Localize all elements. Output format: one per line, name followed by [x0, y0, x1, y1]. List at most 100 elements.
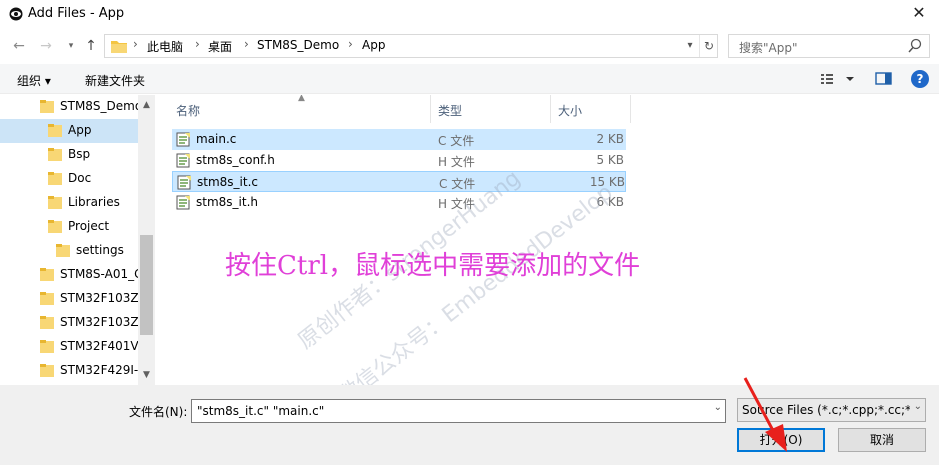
cancel-button[interactable]: 取消 [838, 428, 926, 452]
file-row-stm8s-conf-h[interactable]: stm8s_conf.h H 文件 5 KB [172, 150, 626, 171]
file-size: 2 KB [596, 132, 624, 146]
breadcrumb-separator: › [133, 37, 138, 51]
c-source-file-icon [177, 175, 191, 190]
sidebar-item-stm32f401vc[interactable]: STM32F401VC [0, 335, 147, 359]
sidebar-item-label: STM32F103ZE [60, 315, 147, 329]
file-name: stm8s_conf.h [196, 153, 275, 167]
folder-icon [48, 172, 62, 185]
command-bar: 组织 ▾ 新建文件夹 [0, 64, 939, 94]
folder-icon [56, 244, 70, 257]
sidebar-item-label: STM8S-A01_G [60, 267, 144, 281]
close-button[interactable]: ✕ [907, 2, 931, 26]
sidebar-item-label: Project [68, 219, 110, 233]
window-title: Add Files - App [28, 6, 125, 21]
folder-icon [48, 124, 62, 137]
search-placeholder: 搜索"App" [739, 41, 798, 55]
instruction-annotation: 按住Ctrl，鼠标选中需要添加的文件 [225, 251, 641, 281]
column-header-label: 名称 [176, 104, 201, 118]
column-divider[interactable] [630, 95, 631, 123]
app-icon [9, 7, 23, 21]
sidebar-item-label: Libraries [68, 195, 120, 209]
title-bar: Add Files - App ✕ [0, 0, 939, 28]
dialog-footer [0, 385, 939, 465]
sidebar-item-stm32f103ze-1[interactable]: STM32F103ZE [0, 287, 146, 311]
file-name: stm8s_it.c [197, 175, 258, 189]
file-row-main-c[interactable]: main.c C 文件 2 KB [172, 129, 626, 150]
sidebar-item-label: settings [76, 243, 124, 257]
refresh-icon[interactable]: ↻ [699, 35, 718, 57]
header-file-icon [176, 153, 190, 168]
file-type: C 文件 [438, 134, 475, 148]
file-type: H 文件 [438, 155, 475, 169]
up-arrow-icon[interactable]: ↑ [82, 37, 100, 55]
folder-icon [40, 292, 54, 305]
new-folder-button[interactable]: 新建文件夹 [85, 72, 145, 89]
folder-icon [48, 148, 62, 161]
back-arrow-icon[interactable]: ← [10, 37, 28, 55]
sidebar-item-libraries[interactable]: Libraries [0, 191, 138, 215]
view-options-icon[interactable] [820, 70, 860, 88]
breadcrumb-desktop[interactable]: 桌面 [208, 38, 232, 55]
sidebar-item-stm8s-demo[interactable]: STM8S_Demo [0, 95, 142, 119]
folder-icon [40, 268, 54, 281]
chevron-down-icon[interactable]: ⌄ [914, 401, 922, 412]
navigation-pane: STM8S_Demo App Bsp Doc Libraries Project… [0, 95, 155, 385]
column-header-name[interactable]: 名称 [168, 95, 430, 123]
organize-menu[interactable]: 组织 ▾ [17, 72, 51, 89]
address-dropdown-chevron-icon[interactable]: ▾ [681, 36, 699, 56]
scrollbar-thumb[interactable] [140, 235, 153, 335]
forward-arrow-icon[interactable]: → [37, 37, 55, 55]
filename-input[interactable]: "stm8s_it.c" "main.c" ⌄ [191, 399, 726, 423]
recent-locations-chevron-icon[interactable]: ▾ [62, 37, 80, 55]
folder-icon [111, 41, 127, 53]
c-source-file-icon [176, 132, 190, 147]
column-header-label: 大小 [558, 104, 583, 118]
sidebar-item-settings[interactable]: settings [0, 239, 138, 263]
sidebar-item-label: STM8S_Demo [60, 99, 143, 113]
pointer-arrow-icon [743, 377, 787, 452]
header-file-icon [176, 195, 190, 210]
sidebar-item-label: STM32F103ZE [60, 291, 147, 305]
sidebar-item-doc[interactable]: Doc [0, 167, 138, 191]
filename-label: 文件名(N): [129, 405, 188, 419]
sidebar-item-bsp[interactable]: Bsp [0, 143, 138, 167]
search-icon [908, 38, 922, 53]
file-name: stm8s_it.h [196, 195, 258, 209]
folder-icon [48, 220, 62, 233]
file-size: 5 KB [596, 153, 624, 167]
file-row-stm8s-it-c[interactable]: stm8s_it.c C 文件 15 KB [172, 171, 626, 192]
sidebar-item-label: Bsp [68, 147, 91, 161]
sidebar-item-project[interactable]: Project [0, 215, 138, 239]
help-icon[interactable]: ? [911, 70, 929, 88]
chevron-down-icon[interactable]: ⌄ [714, 402, 722, 413]
breadcrumb-separator: › [195, 37, 200, 51]
column-header-type[interactable]: 类型 [430, 95, 550, 123]
scroll-up-icon[interactable]: ▲ [138, 97, 155, 114]
address-bar[interactable]: › 此电脑 › 桌面 › STM8S_Demo › App ▾ ↻ [104, 34, 718, 58]
breadcrumb-this-pc[interactable]: 此电脑 [147, 38, 183, 55]
column-header-label: 类型 [438, 104, 463, 118]
breadcrumb-separator: › [348, 37, 353, 51]
breadcrumb-stm8s-demo[interactable]: STM8S_Demo [257, 38, 339, 52]
sidebar-item-stm32f103ze-2[interactable]: STM32F103ZE [0, 311, 146, 335]
file-name: main.c [196, 132, 237, 146]
scroll-down-icon[interactable]: ▼ [138, 367, 155, 384]
sidebar-item-label: STM32F429I-I [60, 363, 142, 377]
filename-value: "stm8s_it.c" "main.c" [197, 404, 325, 418]
navigation-scrollbar[interactable]: ▲ ▼ [138, 95, 155, 385]
search-box[interactable]: 搜索"App" [728, 34, 930, 58]
sidebar-item-stm8s-a01[interactable]: STM8S-A01_G [0, 263, 143, 287]
folder-icon [40, 364, 54, 377]
preview-pane-icon[interactable] [874, 70, 894, 88]
sidebar-item-label: App [68, 123, 92, 137]
folder-icon [40, 100, 54, 113]
sidebar-item-stm32f429i[interactable]: STM32F429I-I [0, 359, 142, 383]
sidebar-item-label: STM32F401VC [60, 339, 147, 353]
column-header-size[interactable]: 大小 [550, 95, 630, 123]
sidebar-item-label: Doc [68, 171, 92, 185]
folder-icon [48, 196, 62, 209]
breadcrumb-app[interactable]: App [362, 38, 385, 52]
folder-icon [40, 340, 54, 353]
folder-icon [40, 316, 54, 329]
sidebar-item-app[interactable]: App [0, 119, 138, 143]
